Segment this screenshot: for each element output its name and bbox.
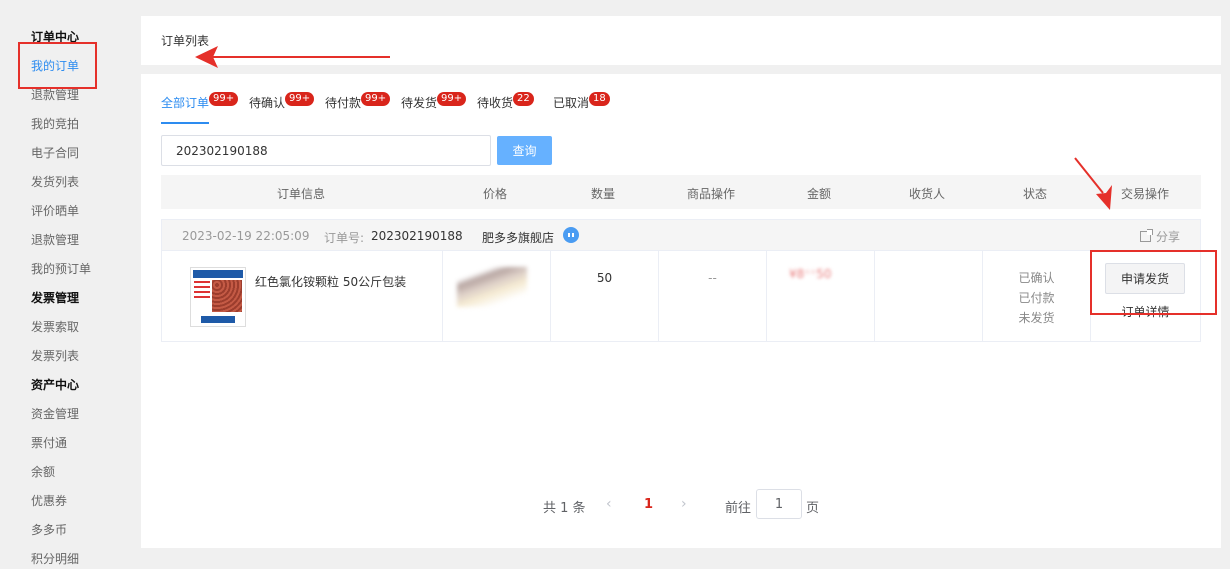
- annotation-arrows: [195, 46, 1112, 210]
- annotation-arrow-action: [1074, 157, 1104, 194]
